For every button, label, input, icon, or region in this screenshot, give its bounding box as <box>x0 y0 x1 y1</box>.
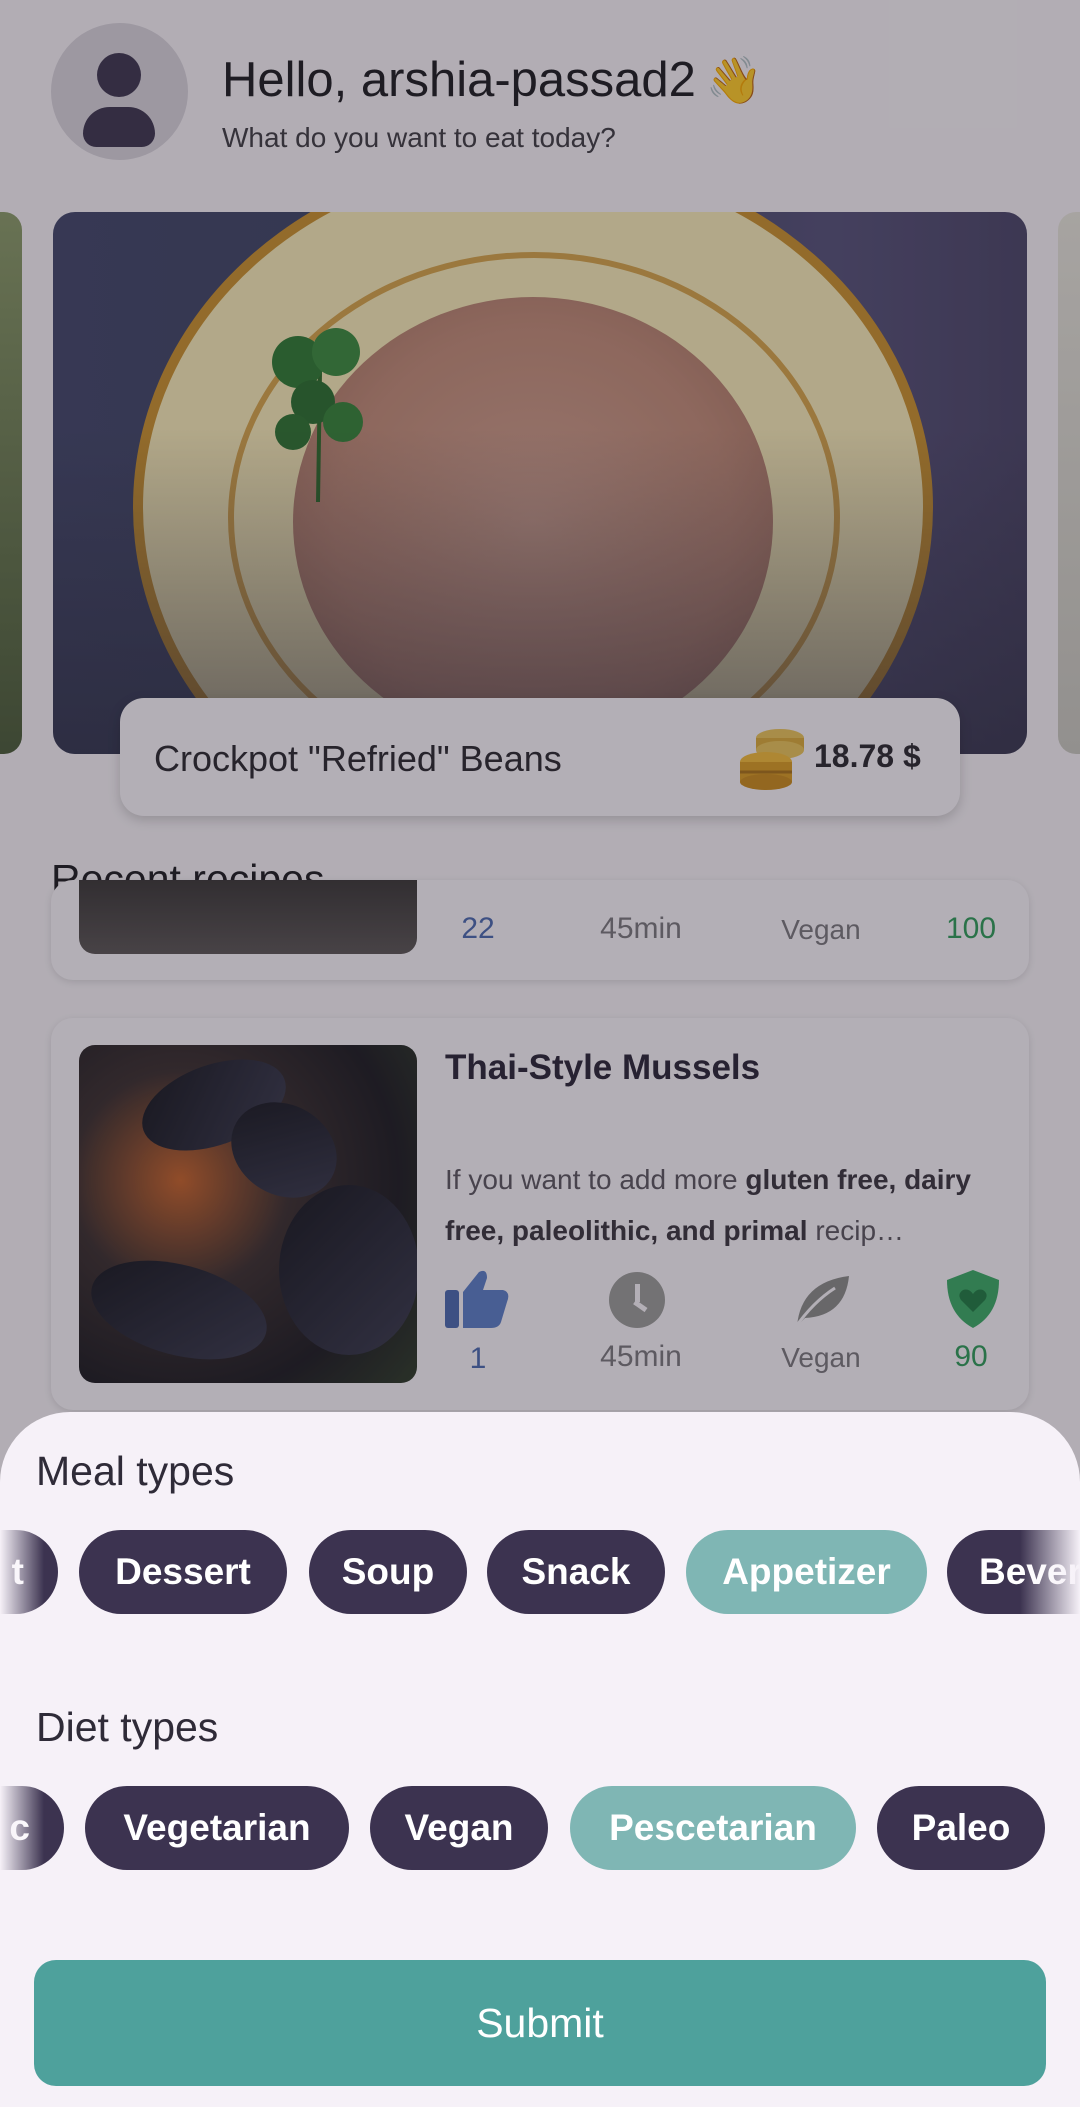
diet-chip-paleo[interactable]: Paleo <box>877 1786 1045 1870</box>
meal-chip-soup[interactable]: Soup <box>309 1530 467 1614</box>
fade-left <box>0 1530 44 1614</box>
diet-chip-vegan[interactable]: Vegan <box>370 1786 548 1870</box>
meal-chip-appetizer[interactable]: Appetizer <box>686 1530 927 1614</box>
meal-types-label: Meal types <box>36 1448 235 1494</box>
diet-types-chips[interactable]: c Vegetarian Vegan Pescetarian Paleo <box>0 1786 1080 1870</box>
submit-button[interactable]: Submit <box>34 1960 1046 2086</box>
diet-chip-vegetarian[interactable]: Vegetarian <box>85 1786 349 1870</box>
diet-chip-pescetarian[interactable]: Pescetarian <box>570 1786 856 1870</box>
diet-types-label: Diet types <box>36 1704 219 1750</box>
meal-types-chips[interactable]: t Dessert Soup Snack Appetizer Bever <box>0 1530 1080 1614</box>
fade-left <box>0 1786 44 1870</box>
meal-chip-snack[interactable]: Snack <box>487 1530 665 1614</box>
fade-right <box>1020 1530 1080 1614</box>
meal-chip-dessert[interactable]: Dessert <box>79 1530 287 1614</box>
